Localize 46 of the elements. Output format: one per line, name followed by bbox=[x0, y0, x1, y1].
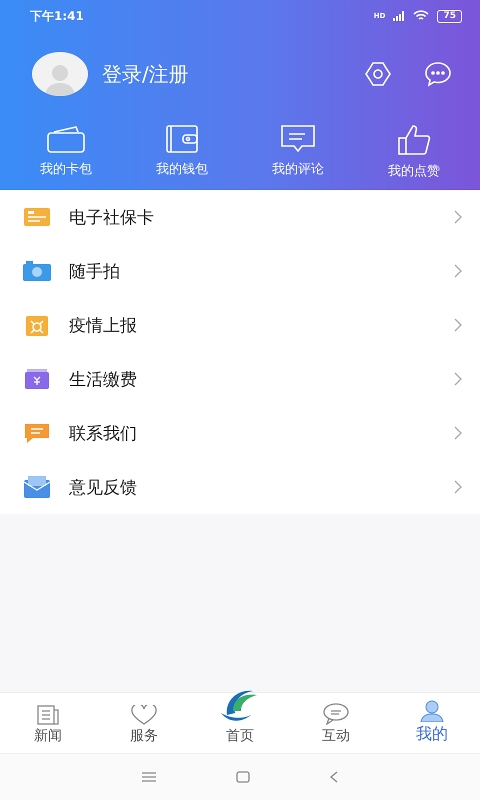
shortcut-button[interactable]: 我的评论 bbox=[240, 124, 356, 180]
tab[interactable]: 新闻 bbox=[0, 693, 96, 753]
tab[interactable]: 服务 bbox=[96, 693, 192, 753]
message-icon[interactable] bbox=[424, 61, 452, 87]
speech-bubble-icon bbox=[323, 703, 349, 725]
tab[interactable]: 互动 bbox=[288, 693, 384, 753]
battery-indicator: 75 bbox=[437, 10, 462, 22]
chevron-right-icon bbox=[454, 372, 462, 386]
signal-icon bbox=[393, 11, 406, 21]
back-icon[interactable] bbox=[330, 771, 338, 783]
tab[interactable]: 我的 bbox=[384, 693, 480, 753]
menu-label: 联系我们 bbox=[69, 422, 138, 444]
chevron-right-icon bbox=[454, 264, 462, 278]
login-link[interactable]: 登录/注册 bbox=[102, 60, 189, 88]
report-icon bbox=[26, 314, 48, 336]
menu-label: 生活缴费 bbox=[69, 368, 138, 390]
payment-icon bbox=[25, 369, 49, 389]
wifi-icon bbox=[413, 10, 430, 22]
menu-icon[interactable] bbox=[142, 772, 156, 782]
cards-icon bbox=[46, 124, 86, 154]
menu-label: 意见反馈 bbox=[69, 476, 138, 498]
shortcut-button[interactable]: 我的卡包 bbox=[8, 124, 124, 180]
person-silhouette-icon bbox=[43, 62, 77, 96]
shortcut-button[interactable]: 我的点赞 bbox=[356, 124, 472, 180]
chevron-right-icon bbox=[454, 318, 462, 332]
chevron-right-icon bbox=[454, 210, 462, 224]
wallet-icon bbox=[165, 124, 199, 154]
menu-label: 疫情上报 bbox=[69, 314, 138, 336]
chevron-right-icon bbox=[454, 426, 462, 440]
home-icon[interactable] bbox=[236, 771, 250, 783]
status-time: 下午1:41 bbox=[30, 8, 84, 24]
menu-label: 电子社保卡 bbox=[69, 206, 155, 228]
tab[interactable]: 首页 bbox=[192, 677, 288, 753]
newspaper-icon bbox=[37, 705, 59, 725]
camera-icon bbox=[23, 261, 51, 281]
person-icon bbox=[420, 700, 444, 722]
settings-icon[interactable] bbox=[364, 61, 392, 87]
shortcut-button[interactable]: 我的钱包 bbox=[124, 124, 240, 180]
comment-icon bbox=[280, 124, 316, 154]
chat-icon bbox=[23, 422, 51, 444]
thumbs-up-icon bbox=[397, 124, 431, 156]
heart-icon bbox=[131, 705, 157, 725]
mail-icon bbox=[24, 476, 50, 498]
menu-label: 随手拍 bbox=[69, 260, 121, 282]
card-icon bbox=[24, 208, 50, 226]
chevron-right-icon bbox=[454, 480, 462, 494]
